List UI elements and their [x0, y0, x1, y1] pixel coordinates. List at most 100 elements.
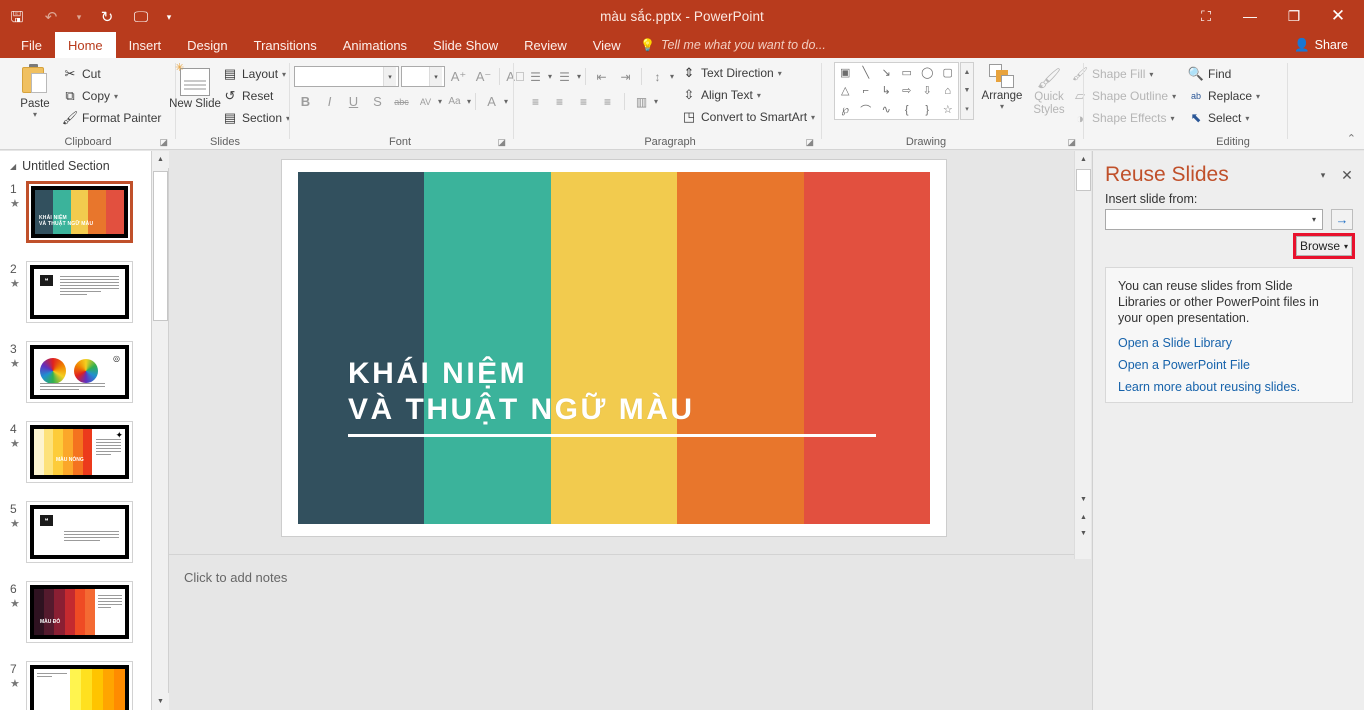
shape-rectangle-icon[interactable]: ▭: [897, 63, 918, 82]
tab-review[interactable]: Review: [511, 32, 580, 58]
character-spacing-button[interactable]: AV: [414, 91, 437, 112]
cut-button[interactable]: ✂ Cut: [62, 66, 161, 82]
copy-button[interactable]: ⧉ Copy ▾: [62, 88, 161, 104]
previous-slide-button[interactable]: ▲: [1075, 509, 1092, 526]
tab-insert[interactable]: Insert: [116, 32, 175, 58]
shape-triangle-icon[interactable]: △: [835, 82, 856, 101]
shape-oval-icon[interactable]: ◯: [917, 63, 938, 82]
paste-caret-icon[interactable]: ▾: [8, 110, 62, 119]
section-collapse-icon[interactable]: ◢: [10, 162, 16, 171]
slide-title-text[interactable]: KHÁI NIỆM VÀ THUẬT NGỮ MÀU: [348, 356, 695, 428]
thumbnail-item[interactable]: 6 ★ MÀU ĐỎ: [0, 579, 151, 659]
thumbnails-scroll-up-icon[interactable]: ▲: [152, 151, 169, 168]
tab-view[interactable]: View: [580, 32, 634, 58]
align-right-button[interactable]: ≡: [572, 91, 595, 112]
slide-thumbnail-2[interactable]: ❝: [26, 261, 133, 323]
thumbnail-item[interactable]: 1 ★ KHÁI NIỆM VÀ THUẬT NGỮ MÀU: [0, 179, 151, 259]
restore-button[interactable]: ❐: [1272, 1, 1316, 31]
quick-styles-button[interactable]: 🖌 Quick Styles: [1026, 66, 1072, 117]
font-size-dropdown-icon[interactable]: ▾: [429, 67, 442, 86]
gallery-down-icon[interactable]: ▼: [964, 87, 971, 94]
thumbnail-item[interactable]: 7 ★: [0, 659, 151, 710]
gallery-more-icon[interactable]: ▾: [965, 105, 969, 113]
thumbnail-item[interactable]: 5 ★ ❝: [0, 499, 151, 579]
text-direction-button[interactable]: ⇕ Text Direction ▾: [681, 65, 815, 81]
font-color-button[interactable]: A: [480, 91, 503, 112]
copy-caret-icon[interactable]: ▾: [114, 92, 118, 101]
replace-button[interactable]: ab Replace ▾: [1188, 88, 1260, 104]
align-center-button[interactable]: ≡: [548, 91, 571, 112]
arrange-button[interactable]: Arrange ▾: [978, 64, 1026, 111]
shape-arc-icon[interactable]: ∿: [876, 100, 897, 119]
scroll-down-icon[interactable]: ▼: [1075, 491, 1092, 508]
shape-curve-icon[interactable]: ⌒: [856, 100, 877, 119]
font-name-dropdown-icon[interactable]: ▾: [383, 67, 396, 86]
thumbnail-item[interactable]: 3 ★ ◎: [0, 339, 151, 419]
next-slide-button[interactable]: ▼: [1075, 525, 1092, 542]
link-open-slide-library[interactable]: Open a Slide Library: [1118, 336, 1340, 350]
minimize-button[interactable]: —: [1228, 1, 1272, 31]
select-caret-icon[interactable]: ▾: [1245, 114, 1249, 123]
slide-canvas[interactable]: KHÁI NIỆM VÀ THUẬT NGỮ MÀU: [281, 159, 947, 537]
line-spacing-caret-icon[interactable]: ▾: [670, 72, 674, 81]
shape-right-brace-icon[interactable]: }: [917, 100, 938, 119]
shape-arrow-icon[interactable]: ↘: [876, 63, 897, 82]
close-button[interactable]: ✕: [1316, 1, 1360, 31]
font-color-caret-icon[interactable]: ▾: [504, 97, 508, 106]
decrease-font-size-button[interactable]: A⁻: [472, 66, 495, 87]
section-header[interactable]: ◢ Untitled Section: [0, 151, 151, 179]
align-text-caret-icon[interactable]: ▾: [757, 91, 761, 100]
shape-elbow-arrow-icon[interactable]: ↳: [876, 82, 897, 101]
tab-design[interactable]: Design: [174, 32, 240, 58]
text-direction-caret-icon[interactable]: ▾: [778, 69, 782, 78]
collapse-ribbon-icon[interactable]: ⌃: [1347, 132, 1356, 145]
columns-caret-icon[interactable]: ▾: [654, 97, 658, 106]
slide-vertical-scrollbar[interactable]: ▲ ▼ ▲ ▼: [1074, 151, 1091, 559]
shape-pentagon-icon[interactable]: ⌂: [938, 82, 959, 101]
scroll-thumb[interactable]: [1076, 169, 1091, 191]
italic-button[interactable]: I: [318, 91, 341, 112]
shape-effects-caret-icon[interactable]: ▾: [1171, 114, 1175, 123]
format-painter-button[interactable]: 🖌 Format Painter: [62, 110, 162, 126]
pane-options-dropdown-icon[interactable]: ▾: [1314, 166, 1332, 184]
insert-slide-from-dropdown-icon[interactable]: ▾: [1306, 210, 1322, 229]
drawing-dialog-launcher[interactable]: ◪: [1067, 137, 1076, 148]
slide-thumbnail-7[interactable]: [26, 661, 133, 710]
justify-button[interactable]: ≡: [596, 91, 619, 112]
shape-elbow-icon[interactable]: ⌐: [856, 82, 877, 101]
numbering-caret-icon[interactable]: ▾: [577, 72, 581, 81]
shape-scribble-icon[interactable]: ℘: [835, 100, 856, 119]
align-left-button[interactable]: ≡: [524, 91, 547, 112]
shape-rounded-rect-icon[interactable]: ▢: [938, 63, 959, 82]
find-button[interactable]: 🔍 Find: [1188, 66, 1260, 82]
paste-button[interactable]: Paste ▾: [8, 64, 62, 119]
shape-outline-caret-icon[interactable]: ▾: [1172, 92, 1176, 101]
link-learn-more[interactable]: Learn more about reusing slides.: [1118, 380, 1340, 394]
thumbnail-item[interactable]: 4 ★ ✦ MÀU NÓNG: [0, 419, 151, 499]
pane-close-icon[interactable]: ✕: [1338, 166, 1356, 184]
change-case-caret-icon[interactable]: ▾: [467, 97, 471, 106]
shapes-gallery[interactable]: ▣ ╲ ↘ ▭ ◯ ▢ △ ⌐ ↳ ⇨ ⇩ ⌂ ℘ ⌒ ∿ { } ☆: [834, 62, 959, 120]
line-spacing-button[interactable]: ↕: [646, 66, 669, 87]
text-shadow-button[interactable]: S: [366, 91, 389, 112]
columns-button[interactable]: ▥: [630, 91, 653, 112]
strikethrough-button[interactable]: abc: [390, 91, 413, 112]
decrease-indent-button[interactable]: ⇤: [590, 66, 613, 87]
shape-star-icon[interactable]: ☆: [938, 100, 959, 119]
convert-to-smartart-button[interactable]: ◳ Convert to SmartArt ▾: [681, 109, 815, 125]
smartart-caret-icon[interactable]: ▾: [811, 113, 815, 122]
shapes-gallery-scroll[interactable]: ▲ ▼ ▾: [960, 62, 974, 120]
bold-button[interactable]: B: [294, 91, 317, 112]
section-button[interactable]: ▤ Section ▾: [222, 110, 290, 126]
scroll-up-icon[interactable]: ▲: [1075, 151, 1092, 168]
slide-thumbnail-5[interactable]: ❝: [26, 501, 133, 563]
increase-indent-button[interactable]: ⇥: [614, 66, 637, 87]
browse-button[interactable]: Browse ▾: [1296, 236, 1352, 256]
browse-caret-icon[interactable]: ▾: [1344, 242, 1348, 251]
slide-thumbnail-1[interactable]: KHÁI NIỆM VÀ THUẬT NGỮ MÀU: [26, 181, 133, 243]
tab-file[interactable]: File: [8, 32, 55, 58]
slide-thumbnail-6[interactable]: MÀU ĐỎ: [26, 581, 133, 643]
tab-home[interactable]: Home: [54, 32, 116, 58]
paragraph-dialog-launcher[interactable]: ◪: [805, 137, 814, 148]
shape-right-arrow-icon[interactable]: ⇨: [897, 82, 918, 101]
